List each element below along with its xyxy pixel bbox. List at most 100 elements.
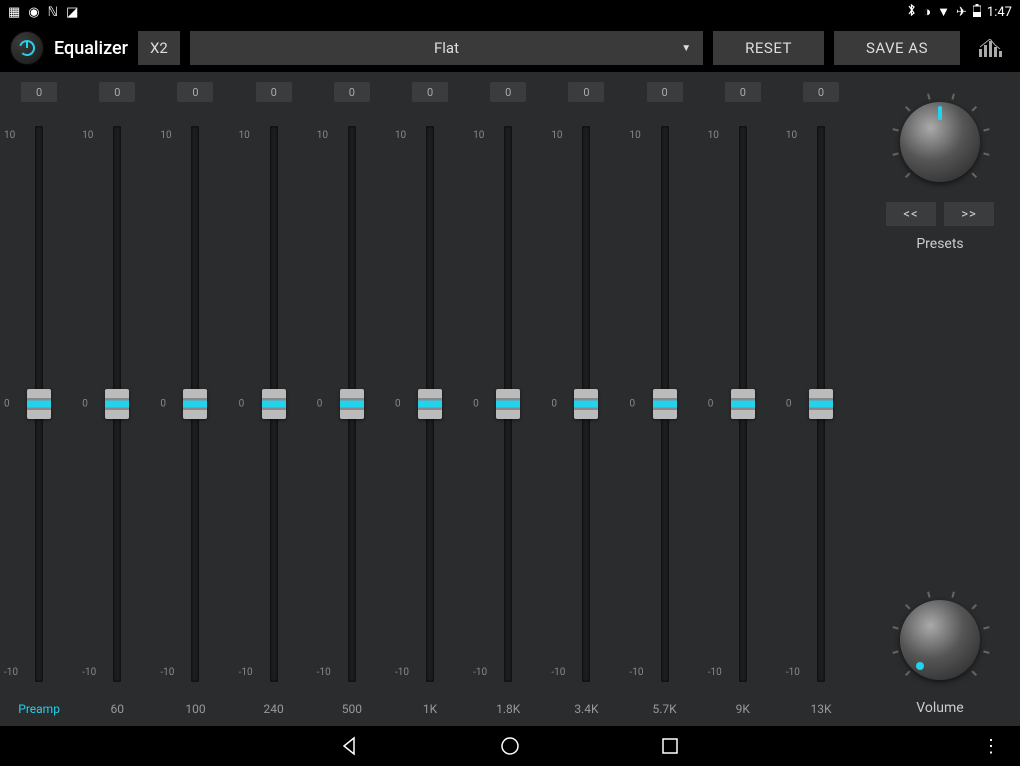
band-label: 1K — [423, 702, 437, 718]
overflow-menu-button[interactable]: ⋮ — [982, 736, 1000, 757]
x2-button[interactable]: X2 — [138, 31, 180, 65]
scale-min: -10 — [551, 667, 565, 678]
scale-mid: 0 — [4, 399, 10, 410]
scale-min: -10 — [82, 667, 96, 678]
slider-thumb[interactable] — [262, 389, 286, 419]
slider-track[interactable] — [504, 126, 512, 682]
band-label: 13K — [810, 702, 831, 718]
slider-track[interactable] — [817, 126, 825, 682]
clock: 1:47 — [987, 5, 1012, 20]
scale-mid: 0 — [82, 399, 88, 410]
spectrum-icon — [978, 39, 1002, 57]
scale-max: 10 — [4, 130, 15, 141]
slider-area: 10 0 -10 — [313, 118, 391, 690]
back-icon — [340, 736, 360, 756]
preset-dropdown[interactable]: Flat ▼ — [190, 31, 703, 65]
slider-track[interactable] — [35, 126, 43, 682]
slider-track[interactable] — [348, 126, 356, 682]
preset-prev-button[interactable]: << — [886, 202, 936, 226]
knob-tick — [927, 93, 930, 99]
scale-mid: 0 — [786, 399, 792, 410]
power-button[interactable] — [10, 31, 44, 65]
scale-min: -10 — [317, 667, 331, 678]
scale-max: 10 — [786, 130, 797, 141]
knob-tick — [892, 626, 898, 629]
slider-thumb[interactable] — [105, 389, 129, 419]
slider-thumb[interactable] — [574, 389, 598, 419]
band-label: 9K — [736, 702, 750, 718]
eq-band-slider: 0 10 0 -10 100 — [156, 82, 234, 718]
volume-knob[interactable] — [900, 600, 980, 680]
scale-max: 10 — [630, 130, 641, 141]
eq-band-slider: 0 10 0 -10 500 — [313, 82, 391, 718]
scale-min: -10 — [708, 667, 722, 678]
spectrum-button[interactable] — [970, 31, 1010, 65]
slider-thumb[interactable] — [418, 389, 442, 419]
scale-mid: 0 — [551, 399, 557, 410]
slider-track[interactable] — [739, 126, 747, 682]
battery-icon — [973, 4, 981, 21]
scale-min: -10 — [630, 667, 644, 678]
slider-area: 10 0 -10 — [156, 118, 234, 690]
save-as-button[interactable]: SAVE AS — [834, 31, 960, 65]
app-icon: ▦ — [8, 5, 20, 20]
overflow-icon: ⋮ — [982, 736, 1000, 757]
preset-next-button[interactable]: >> — [944, 202, 994, 226]
airplane-icon: ✈ — [956, 5, 967, 20]
home-button[interactable] — [500, 736, 520, 756]
slider-thumb[interactable] — [653, 389, 677, 419]
slider-track[interactable] — [270, 126, 278, 682]
preset-selected-label: Flat — [434, 39, 459, 57]
band-label: 60 — [111, 702, 125, 718]
toolbar: Equalizer X2 Flat ▼ RESET SAVE AS — [0, 24, 1020, 72]
knob-tick — [971, 172, 977, 178]
eq-band-slider: 0 10 0 -10 3.4K — [547, 82, 625, 718]
band-label: 5.7K — [653, 702, 677, 718]
right-panel: << >> Presets Volume — [860, 72, 1020, 726]
scale-max: 10 — [82, 130, 93, 141]
knob-indicator — [916, 662, 924, 670]
preset-knob[interactable] — [900, 102, 980, 182]
recent-icon — [660, 736, 680, 756]
knob-tick — [983, 128, 989, 131]
eq-band-slider: 0 10 0 -10 60 — [78, 82, 156, 718]
slider-thumb[interactable] — [27, 389, 51, 419]
knob-tick — [905, 172, 911, 178]
knob-indicator — [938, 106, 942, 120]
scale-max: 10 — [317, 130, 328, 141]
knob-tick — [927, 591, 930, 597]
scale-mid: 0 — [317, 399, 323, 410]
slider-area: 10 0 -10 — [782, 118, 860, 690]
slider-track[interactable] — [661, 126, 669, 682]
slider-area: 10 0 -10 — [547, 118, 625, 690]
slider-track[interactable] — [426, 126, 434, 682]
knob-tick — [983, 626, 989, 629]
recent-button[interactable] — [660, 736, 680, 756]
scale-max: 10 — [551, 130, 562, 141]
android-nav-bar: ⋮ — [0, 726, 1020, 766]
knob-tick — [983, 152, 989, 155]
volume-knob-wrap — [890, 590, 990, 690]
slider-thumb[interactable] — [340, 389, 364, 419]
slider-track[interactable] — [113, 126, 121, 682]
slider-track[interactable] — [582, 126, 590, 682]
eq-band-slider: 0 10 0 -10 13K — [782, 82, 860, 718]
slider-thumb[interactable] — [809, 389, 833, 419]
eq-band-slider: 0 10 0 -10 1K — [391, 82, 469, 718]
slider-thumb[interactable] — [731, 389, 755, 419]
knob-tick — [971, 670, 977, 676]
status-right: ◑ ▼ ✈ 1:47 — [906, 3, 1012, 21]
slider-thumb[interactable] — [496, 389, 520, 419]
back-button[interactable] — [340, 736, 360, 756]
status-left: ▦ ◉ ℕ ◪ — [8, 5, 78, 20]
slider-track[interactable] — [191, 126, 199, 682]
knob-tick — [892, 152, 898, 155]
band-value: 0 — [21, 82, 57, 102]
preset-knob-wrap — [890, 92, 990, 192]
band-label: 240 — [264, 702, 284, 718]
band-value: 0 — [412, 82, 448, 102]
band-label: 3.4K — [574, 702, 598, 718]
slider-thumb[interactable] — [183, 389, 207, 419]
band-value: 0 — [803, 82, 839, 102]
reset-button[interactable]: RESET — [713, 31, 824, 65]
